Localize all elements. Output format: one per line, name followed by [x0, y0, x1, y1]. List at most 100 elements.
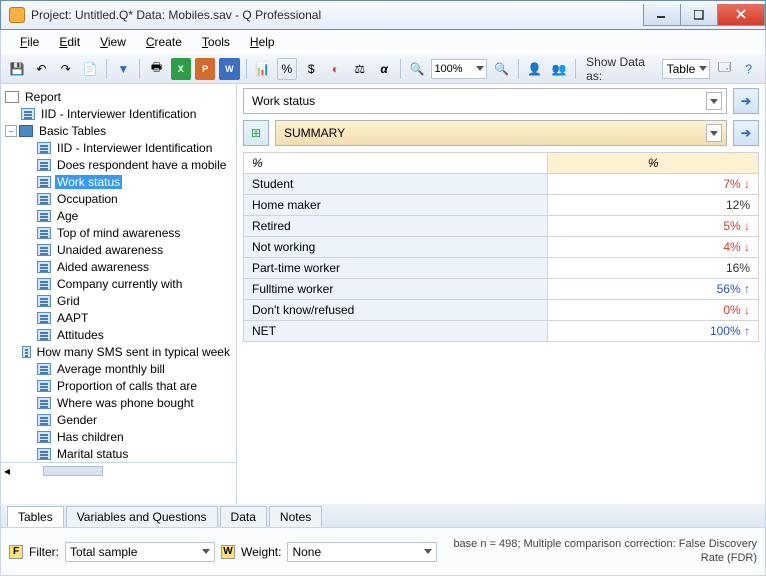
table-row[interactable]: NET100%: [244, 321, 759, 342]
leaf-icon: [37, 397, 51, 409]
tree-item[interactable]: Does respondent have a mobile: [55, 158, 228, 172]
menu-help[interactable]: Help: [241, 33, 284, 51]
menu-file[interactable]: File: [11, 33, 48, 51]
tree-item[interactable]: IID - Interviewer Identification: [55, 141, 214, 155]
table-row[interactable]: Home maker12%: [244, 195, 759, 216]
row-value: 16%: [548, 258, 759, 279]
tab-notes[interactable]: Notes: [269, 506, 322, 527]
chevron-down-icon[interactable]: [706, 92, 722, 110]
tree-hscrollbar[interactable]: ◂: [1, 462, 236, 478]
link-icon[interactable]: 👤: [525, 58, 545, 80]
variable-dropdown[interactable]: Work status: [243, 88, 727, 114]
leaf-icon: [37, 380, 51, 392]
go-button-2[interactable]: ➔: [733, 120, 759, 146]
tree-item[interactable]: Basic Tables: [37, 124, 108, 138]
report-icon: [5, 91, 19, 103]
go-button[interactable]: ➔: [733, 88, 759, 114]
sigma-icon[interactable]: ⚖: [350, 58, 370, 80]
summary-label: SUMMARY: [284, 126, 345, 140]
tree-item[interactable]: Top of mind awareness: [55, 226, 182, 240]
leaf-icon: [37, 210, 51, 222]
tree-item[interactable]: Age: [55, 209, 80, 223]
chart-icon[interactable]: 📊: [252, 58, 272, 80]
table-row[interactable]: Part-time worker16%: [244, 258, 759, 279]
zoom-out-icon[interactable]: 🔍: [407, 58, 427, 80]
export-ppt-icon[interactable]: P: [195, 58, 215, 80]
tab-variables[interactable]: Variables and Questions: [66, 506, 218, 527]
tree-item[interactable]: Grid: [55, 294, 82, 308]
report-tree[interactable]: Report IID - Interviewer Identification – B…: [1, 84, 237, 504]
tree-item[interactable]: How many SMS sent in typical week: [35, 345, 232, 359]
window-titlebar: Project: Untitled.Q* Data: Mobiles.sav -…: [0, 0, 766, 30]
show-data-combo[interactable]: Table: [662, 59, 711, 79]
menu-view[interactable]: View: [91, 33, 135, 51]
variable-label: Work status: [252, 94, 315, 108]
tree-item[interactable]: Aided awareness: [55, 260, 151, 274]
undo-icon[interactable]: ↶: [31, 58, 51, 80]
alpha-icon[interactable]: α: [374, 58, 394, 80]
corner-header: %: [244, 153, 548, 174]
filter-icon[interactable]: ▼: [113, 58, 133, 80]
weight-field[interactable]: None: [287, 542, 437, 562]
copy-icon[interactable]: 📄: [80, 58, 100, 80]
tree-item[interactable]: Proportion of calls that are: [55, 379, 199, 393]
table-row[interactable]: Don't know/refused0%: [244, 300, 759, 321]
leaf-icon: [37, 142, 51, 154]
tree-item[interactable]: IID - Interviewer Identification: [39, 107, 198, 121]
tree-item[interactable]: Gender: [55, 413, 99, 427]
tree-item[interactable]: Marital status: [55, 447, 130, 461]
minimize-button[interactable]: [643, 4, 681, 26]
tab-data[interactable]: Data: [220, 506, 267, 527]
redo-icon[interactable]: ↷: [56, 58, 76, 80]
tree-item[interactable]: Company currently with: [55, 277, 184, 291]
tab-tables[interactable]: Tables: [7, 506, 64, 527]
help-icon[interactable]: ?: [739, 58, 759, 80]
leaf-icon: [37, 414, 51, 426]
leaf-icon: [37, 448, 51, 460]
maximize-button[interactable]: [680, 4, 718, 26]
row-label: NET: [244, 321, 548, 342]
add-variable-icon[interactable]: ⊞: [243, 120, 269, 146]
zoom-field[interactable]: [431, 59, 487, 79]
print-icon[interactable]: 🖶: [146, 58, 166, 80]
export-excel-icon[interactable]: X: [171, 58, 191, 80]
stats-icon[interactable]: ◐: [325, 58, 345, 80]
filter-chip-icon: F: [9, 545, 23, 559]
filter-field[interactable]: Total sample: [65, 542, 215, 562]
tree-item[interactable]: Average monthly bill: [55, 362, 167, 376]
chevron-down-icon[interactable]: [706, 124, 722, 142]
show-data-label: Show Data as:: [586, 55, 657, 83]
menu-create[interactable]: Create: [137, 33, 191, 51]
users-icon[interactable]: 👥: [549, 58, 569, 80]
tree-item[interactable]: Has children: [55, 430, 126, 444]
tree-item[interactable]: Unaided awareness: [55, 243, 165, 257]
tree-item[interactable]: Attitudes: [55, 328, 106, 342]
leaf-icon: [37, 261, 51, 273]
app-icon: [9, 7, 25, 23]
dollar-icon[interactable]: $: [301, 58, 321, 80]
row-value: 56%: [548, 279, 759, 300]
zoom-in-icon[interactable]: 🔍: [491, 58, 511, 80]
tree-item[interactable]: Where was phone bought: [55, 396, 196, 410]
table-row[interactable]: Student7%: [244, 174, 759, 195]
tree-item[interactable]: Work status: [55, 175, 122, 189]
options-icon[interactable]: 🗔: [714, 58, 734, 80]
menu-edit[interactable]: Edit: [50, 33, 89, 51]
table-row[interactable]: Retired5%: [244, 216, 759, 237]
tree-item[interactable]: Report: [23, 90, 63, 104]
tree-toggle[interactable]: –: [5, 125, 17, 137]
summary-dropdown[interactable]: SUMMARY: [275, 120, 727, 146]
leaf-icon: [37, 295, 51, 307]
export-word-icon[interactable]: W: [219, 58, 239, 80]
tree-item[interactable]: AAPT: [55, 311, 90, 325]
folder-icon: [19, 125, 33, 137]
table-row[interactable]: Fulltime worker56%: [244, 279, 759, 300]
percent-icon[interactable]: %: [277, 58, 297, 80]
save-icon[interactable]: 💾: [7, 58, 27, 80]
close-button[interactable]: [717, 4, 765, 26]
table-row[interactable]: Not working4%: [244, 237, 759, 258]
data-table[interactable]: % % Student7%Home maker12%Retired5%Not w…: [243, 152, 759, 342]
toolbar: 💾 ↶ ↷ 📄 ▼ 🖶 X P W 📊 % $ ◐ ⚖ α 🔍 🔍 👤 👥 Sh…: [0, 54, 766, 84]
tree-item[interactable]: Occupation: [55, 192, 120, 206]
menu-tools[interactable]: Tools: [193, 33, 239, 51]
